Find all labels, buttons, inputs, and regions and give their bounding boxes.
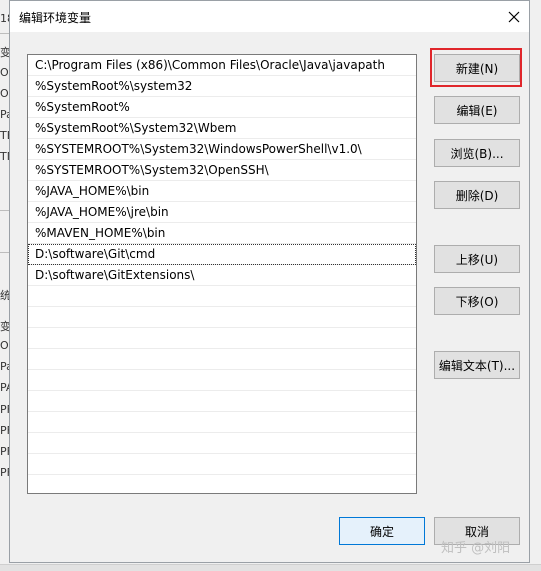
browse-button[interactable]: 浏览(B)...: [434, 139, 520, 167]
empty-list-row: [28, 433, 416, 454]
path-list-item[interactable]: %MAVEN_HOME%\bin: [28, 223, 416, 244]
move-up-button[interactable]: 上移(U): [434, 245, 520, 273]
path-list-item[interactable]: %SystemRoot%\System32\Wbem: [28, 118, 416, 139]
empty-list-row: [28, 370, 416, 391]
empty-list-row: [28, 328, 416, 349]
edit-button[interactable]: 编辑(E): [434, 96, 520, 124]
background-separator: [0, 210, 9, 211]
edit-env-var-dialog: 编辑环境变量 C:\Program Files (x86)\Common Fil…: [9, 0, 530, 563]
empty-list-row: [28, 286, 416, 307]
watermark: 知乎 @刘阳: [441, 541, 511, 556]
background-separator: [0, 252, 9, 253]
empty-list-row: [28, 391, 416, 412]
path-list-item[interactable]: %SYSTEMROOT%\System32\OpenSSH\: [28, 160, 416, 181]
background-separator: [0, 33, 9, 34]
path-list-item-focused[interactable]: D:\software\Git\cmd: [28, 244, 416, 265]
path-list[interactable]: C:\Program Files (x86)\Common Files\Orac…: [27, 54, 417, 494]
empty-list-row: [28, 349, 416, 370]
edit-text-button[interactable]: 编辑文本(T)...: [434, 351, 520, 379]
empty-list-row: [28, 307, 416, 328]
dialog-title: 编辑环境变量: [19, 11, 92, 25]
path-list-item[interactable]: %JAVA_HOME%\bin: [28, 181, 416, 202]
title-bar: 编辑环境变量: [10, 1, 529, 32]
path-list-item[interactable]: %JAVA_HOME%\jre\bin: [28, 202, 416, 223]
new-button-highlight: [430, 48, 522, 87]
path-list-item[interactable]: %SystemRoot%\system32: [28, 76, 416, 97]
path-list-item[interactable]: %SYSTEMROOT%\System32\WindowsPowerShell\…: [28, 139, 416, 160]
close-button[interactable]: [498, 1, 529, 32]
path-list-item[interactable]: C:\Program Files (x86)\Common Files\Orac…: [28, 55, 416, 76]
close-icon: [508, 11, 519, 22]
delete-button[interactable]: 删除(D): [434, 181, 520, 209]
empty-list-row: [28, 475, 416, 493]
ok-button[interactable]: 确定: [339, 517, 425, 545]
empty-list-row: [28, 412, 416, 433]
move-down-button[interactable]: 下移(O): [434, 287, 520, 315]
path-list-item[interactable]: D:\software\GitExtensions\: [28, 265, 416, 286]
empty-list-row: [28, 454, 416, 475]
path-list-item[interactable]: %SystemRoot%: [28, 97, 416, 118]
